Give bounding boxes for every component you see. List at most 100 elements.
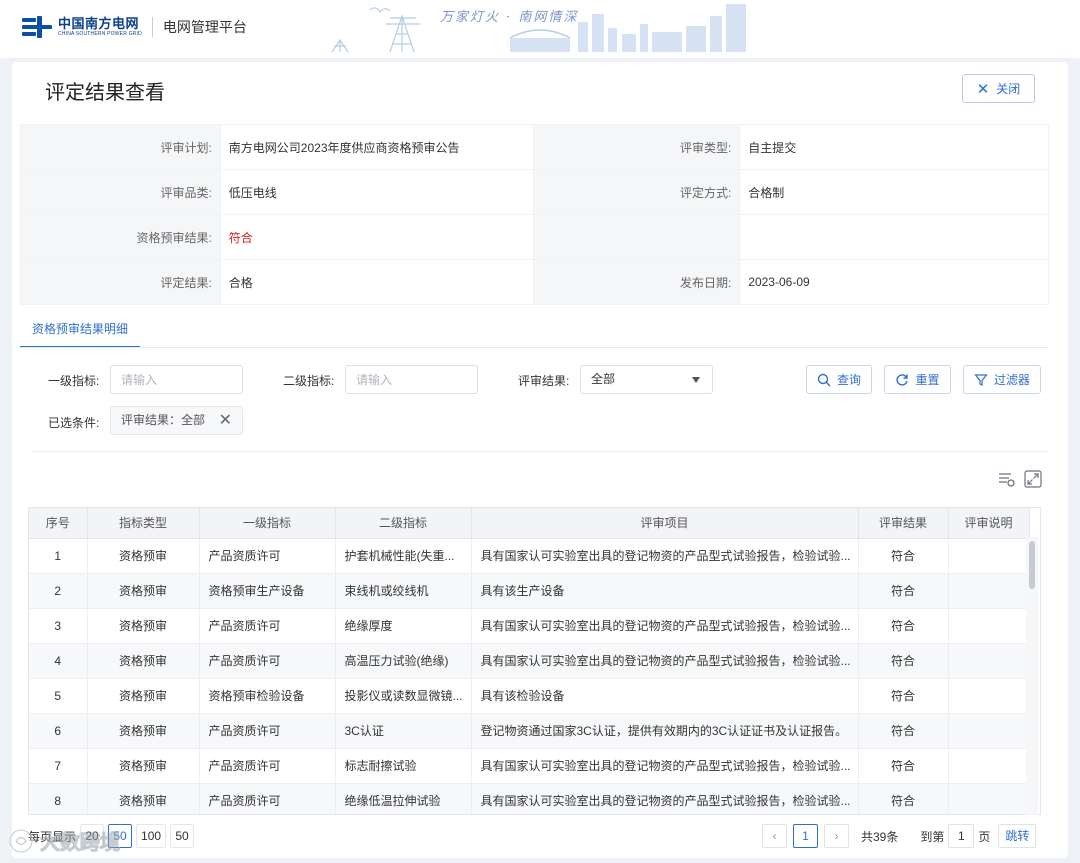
filter-button-label: 过滤器 — [993, 373, 1030, 387]
cell-indicator-type: 资格预审 — [87, 608, 200, 644]
cell-review-note — [948, 713, 1030, 749]
table-row[interactable]: 5 资格预审 资格预审检验设备 投影仪或读数显微镜... 具有该检验设备 符合 — [29, 678, 1030, 714]
funnel-icon — [974, 373, 988, 386]
platform-name: 电网管理平台 — [162, 19, 247, 35]
cell-level1: 产品资质许可 — [199, 713, 336, 749]
cell-level1: 产品资质许可 — [199, 643, 336, 679]
col-header-indicator-type: 指标类型 — [87, 508, 200, 539]
close-button-label: 关闭 — [996, 82, 1021, 96]
table-header-row: 序号 指标类型 一级指标 二级指标 评审项目 评审结果 评审说明 — [29, 508, 1030, 539]
cell-indicator-type: 资格预审 — [87, 643, 200, 679]
page-size-option[interactable]: 100 — [136, 824, 167, 848]
tab-prequal-detail[interactable]: 资格预审结果明细 — [20, 314, 141, 348]
prev-page-button[interactable]: ‹ — [762, 824, 787, 848]
cell-indicator-type: 资格预审 — [87, 783, 200, 814]
cell-level1: 产品资质许可 — [199, 538, 336, 574]
cell-level1: 产品资质许可 — [199, 748, 336, 784]
cell-index: 8 — [29, 783, 88, 814]
type-value: 自主提交 — [739, 124, 1049, 170]
cell-index: 2 — [29, 573, 88, 609]
fullscreen-icon[interactable] — [1024, 470, 1042, 488]
cell-level1: 资格预审生产设备 — [199, 573, 336, 609]
refresh-icon — [896, 373, 909, 386]
result-select[interactable]: 全部 — [580, 365, 713, 394]
cell-review-note — [948, 783, 1030, 814]
cell-index: 6 — [29, 713, 88, 749]
filter-button[interactable]: 过滤器 — [963, 365, 1041, 394]
goto-suffix: 页 — [978, 829, 991, 844]
level2-filter-label: 二级指标: — [283, 374, 335, 388]
goto-page-input[interactable]: 1 — [948, 824, 975, 848]
filter-divider — [32, 451, 1049, 452]
cell-review-note — [948, 608, 1030, 644]
cell-review-result: 符合 — [858, 783, 949, 814]
col-header-level1: 一级指标 — [199, 508, 336, 539]
cell-index: 3 — [29, 608, 88, 644]
result-label: 评定结果: — [20, 259, 221, 305]
cell-index: 7 — [29, 748, 88, 784]
cell-review-result: 符合 — [858, 643, 949, 679]
empty-value-cell — [739, 214, 1049, 260]
prequal-result-value: 符合 — [219, 214, 535, 260]
close-button[interactable]: ✕ 关闭 — [962, 74, 1035, 103]
tab-divider — [20, 347, 1049, 348]
table-scrollbar-thumb[interactable] — [1029, 541, 1035, 589]
brand-logo[interactable]: 中国南方电网 CHINA SOUTHERN POWER GRID 电网管理平台 — [22, 16, 247, 38]
cell-review-result: 符合 — [858, 608, 949, 644]
evaluation-info-table: 评审计划: 南方电网公司2023年度供应商资格预审公告 评审类型: 自主提交 评… — [20, 124, 1049, 305]
plan-value: 南方电网公司2023年度供应商资格预审公告 — [219, 124, 535, 170]
cell-indicator-type: 资格预审 — [87, 748, 200, 784]
page-size-current[interactable]: 50 — [170, 824, 195, 848]
jump-button[interactable]: 跳转 — [998, 824, 1037, 848]
cell-review-result: 符合 — [858, 573, 949, 609]
cell-review-item: 具有国家认可实验室出具的登记物资的产品型式试验报告，检验试验... — [471, 643, 859, 679]
category-label: 评审品类: — [20, 169, 221, 215]
total-count: 共39条 — [861, 829, 899, 844]
chip-remove-icon[interactable]: ✕ — [219, 407, 232, 434]
result-filter-label: 评审结果: — [518, 374, 570, 388]
query-button[interactable]: 查询 — [806, 365, 872, 394]
table-row[interactable]: 6 资格预审 产品资质许可 3C认证 登记物资通过国家3C认证，提供有效期内的3… — [29, 713, 1030, 749]
chip-text: 评审结果：全部 — [121, 413, 206, 427]
watermark: 大数跨境 — [8, 826, 121, 855]
col-header-review-note: 评审说明 — [948, 508, 1030, 539]
cell-indicator-type: 资格预审 — [87, 573, 200, 609]
level1-input[interactable] — [110, 365, 243, 394]
cell-level2: 3C认证 — [335, 713, 472, 749]
cell-review-item: 具有国家认可实验室出具的登记物资的产品型式试验报告，检验试验... — [471, 608, 859, 644]
cell-review-item: 具有国家认可实验室出具的登记物资的产品型式试验报告，检验试验... — [471, 783, 859, 814]
cell-review-result: 符合 — [858, 678, 949, 714]
selected-condition-chip[interactable]: 评审结果：全部 ✕ — [110, 406, 243, 435]
date-value: 2023-06-09 — [739, 259, 1049, 305]
cell-level2: 绝缘低温拉伸试验 — [335, 783, 472, 814]
column-settings-icon[interactable] — [998, 470, 1016, 488]
prequal-result-label: 资格预审结果: — [20, 214, 221, 260]
cell-review-note — [948, 748, 1030, 784]
cell-review-result: 符合 — [858, 538, 949, 574]
main-panel: 评定结果查看 ✕ 关闭 评审计划: 南方电网公司2023年度供应商资格预审公告 … — [12, 62, 1068, 858]
cell-index: 5 — [29, 678, 88, 714]
cell-level1: 产品资质许可 — [199, 783, 336, 814]
level2-input[interactable] — [345, 365, 478, 394]
table-row[interactable]: 4 资格预审 产品资质许可 高温压力试验(绝缘) 具有国家认可实验室出具的登记物… — [29, 643, 1030, 679]
reset-button[interactable]: 重置 — [884, 365, 951, 394]
selected-conditions-label: 已选条件: — [48, 416, 100, 430]
method-value: 合格制 — [739, 169, 1049, 215]
table-row[interactable]: 1 资格预审 产品资质许可 护套机械性能(失重... 具有国家认可实验室出具的登… — [29, 538, 1030, 574]
table-row[interactable]: 3 资格预审 产品资质许可 绝缘厚度 具有国家认可实验室出具的登记物资的产品型式… — [29, 608, 1030, 644]
plan-label: 评审计划: — [20, 124, 221, 170]
table-row[interactable]: 7 资格预审 产品资质许可 标志耐擦试验 具有国家认可实验室出具的登记物资的产品… — [29, 748, 1030, 784]
cell-review-note — [948, 573, 1030, 609]
table-row[interactable]: 8 资格预审 产品资质许可 绝缘低温拉伸试验 具有国家认可实验室出具的登记物资的… — [29, 783, 1030, 814]
cell-index: 4 — [29, 643, 88, 679]
category-value: 低压电线 — [219, 169, 535, 215]
cell-review-note — [948, 678, 1030, 714]
col-header-review-result: 评审结果 — [858, 508, 949, 539]
type-label: 评审类型: — [533, 124, 741, 170]
cell-review-item: 具有国家认可实验室出具的登记物资的产品型式试验报告，检验试验... — [471, 538, 859, 574]
next-page-button[interactable]: › — [824, 824, 849, 848]
table-row[interactable]: 2 资格预审 资格预审生产设备 束线机或绞线机 具有该生产设备 符合 — [29, 573, 1030, 609]
reset-button-label: 重置 — [915, 373, 940, 387]
page-title: 评定结果查看 — [45, 82, 165, 104]
page-number-button[interactable]: 1 — [793, 824, 818, 848]
